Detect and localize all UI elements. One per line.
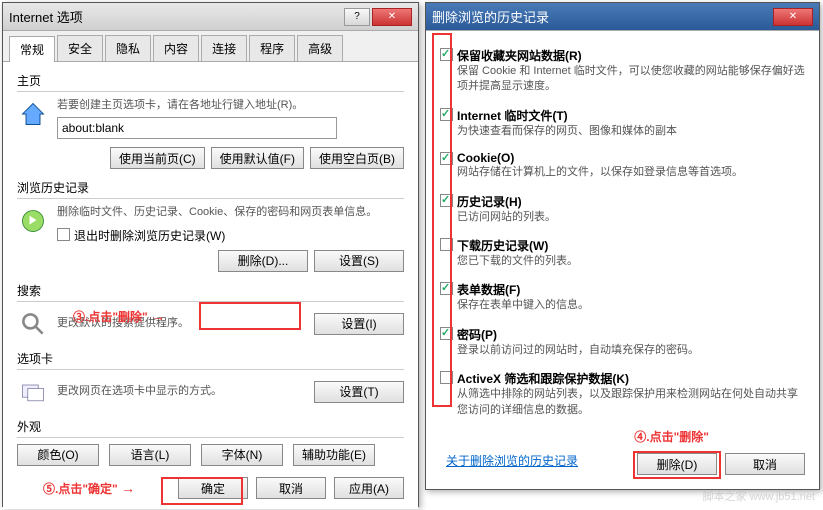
option-checkbox[interactable] [440, 327, 453, 340]
help-button[interactable]: ? [344, 8, 370, 26]
tab-general[interactable]: 常规 [9, 36, 55, 62]
delete-button[interactable]: 删除(D) [637, 453, 717, 475]
annotation-3: ③.点击"删除" → [73, 308, 165, 325]
cancel-button[interactable]: 取消 [725, 453, 805, 475]
history-group: 浏览历史记录 删除临时文件、历史记录、Cookie、保存的密码和网页表单信息。 … [17, 179, 404, 271]
option-checkbox[interactable] [440, 371, 453, 384]
accessibility-button[interactable]: 辅助功能(E) [293, 444, 375, 466]
window-controls: ? ✕ [344, 8, 412, 26]
history-option-row: Cookie(O)网站存储在计算机上的文件，以保存如登录信息等首选项。 [440, 151, 805, 180]
option-desc: 保存在表单中键入的信息。 [457, 298, 589, 313]
tabs-title: 选项卡 [17, 350, 404, 370]
about-link[interactable]: 关于删除浏览的历史记录 [446, 452, 578, 469]
dialog-body: 主页 若要创建主页选项卡，请在各地址行键入地址(R)。 使用当前页(C) 使用默… [3, 62, 418, 509]
appearance-title: 外观 [17, 418, 404, 438]
homepage-desc: 若要创建主页选项卡，请在各地址行键入地址(R)。 [57, 98, 404, 113]
apply-button[interactable]: 应用(A) [334, 477, 404, 499]
option-desc: 网站存储在计算机上的文件，以保存如登录信息等首选项。 [457, 165, 743, 180]
tab-advanced[interactable]: 高级 [297, 35, 343, 61]
history-title: 浏览历史记录 [17, 179, 404, 199]
option-checkbox[interactable] [440, 152, 453, 165]
watermark: 脚本之家 www.jb51.net [703, 488, 815, 504]
use-current-button[interactable]: 使用当前页(C) [110, 147, 205, 169]
option-checkbox[interactable] [440, 194, 453, 207]
tabs-settings-button[interactable]: 设置(T) [314, 381, 404, 403]
tab-security[interactable]: 安全 [57, 35, 103, 61]
option-checkbox[interactable] [440, 238, 453, 251]
font-button[interactable]: 字体(N) [201, 444, 283, 466]
option-label: 下载历史记录(W) [457, 237, 578, 254]
option-desc: 为快速查看而保存的网页、图像和媒体的副本 [457, 124, 677, 139]
dialog-body: 保留收藏夹网站数据(R)保留 Cookie 和 Internet 临时文件，可以… [426, 31, 819, 489]
homepage-title: 主页 [17, 72, 404, 92]
tab-privacy[interactable]: 隐私 [105, 35, 151, 61]
color-button[interactable]: 颜色(O) [17, 444, 99, 466]
use-default-button[interactable]: 使用默认值(F) [211, 147, 304, 169]
titlebar[interactable]: Internet 选项 ? ✕ [3, 3, 418, 31]
annotation-5: ⑤.点击"确定" → [43, 480, 135, 497]
close-button[interactable]: ✕ [372, 8, 412, 26]
history-settings-button[interactable]: 设置(S) [314, 250, 404, 272]
dialog-footer: 确定 取消 应用(A) [178, 477, 404, 499]
titlebar[interactable]: 删除浏览的历史记录 ✕ [426, 3, 819, 31]
window-title: 删除浏览的历史记录 [432, 7, 773, 26]
use-blank-button[interactable]: 使用空白页(B) [310, 147, 404, 169]
home-icon [17, 98, 49, 130]
option-label: 保留收藏夹网站数据(R) [457, 47, 805, 64]
option-desc: 保留 Cookie 和 Internet 临时文件，可以使您收藏的网站能够保存偏… [457, 64, 805, 95]
checkbox-list: 保留收藏夹网站数据(R)保留 Cookie 和 Internet 临时文件，可以… [440, 47, 805, 418]
delete-on-exit-checkbox[interactable] [57, 228, 70, 241]
tab-content[interactable]: 内容 [153, 35, 199, 61]
search-settings-button[interactable]: 设置(I) [314, 313, 404, 335]
close-button[interactable]: ✕ [773, 8, 813, 26]
history-option-row: 表单数据(F)保存在表单中键入的信息。 [440, 281, 805, 313]
option-label: 表单数据(F) [457, 281, 589, 298]
history-option-row: 下载历史记录(W)您已下载的文件的列表。 [440, 237, 805, 269]
option-label: Internet 临时文件(T) [457, 107, 677, 124]
tab-programs[interactable]: 程序 [249, 35, 295, 61]
option-checkbox[interactable] [440, 282, 453, 295]
tabs-icon [17, 376, 49, 408]
option-checkbox[interactable] [440, 108, 453, 121]
option-checkbox[interactable] [440, 48, 453, 61]
option-label: 历史记录(H) [457, 193, 556, 210]
option-label: 密码(P) [457, 326, 699, 343]
option-desc: 已访问网站的列表。 [457, 210, 556, 225]
history-option-row: Internet 临时文件(T)为快速查看而保存的网页、图像和媒体的副本 [440, 107, 805, 139]
delete-history-button[interactable]: 删除(D)... [218, 250, 308, 272]
delete-history-window: 删除浏览的历史记录 ✕ 保留收藏夹网站数据(R)保留 Cookie 和 Inte… [425, 2, 820, 490]
delete-on-exit-label: 退出时删除浏览历史记录(W) [74, 227, 225, 244]
option-label: Cookie(O) [457, 151, 743, 165]
tab-bar: 常规 安全 隐私 内容 连接 程序 高级 [3, 31, 418, 62]
tabs-group: 选项卡 更改网页在选项卡中显示的方式。 设置(T) [17, 350, 404, 408]
language-button[interactable]: 语言(L) [109, 444, 191, 466]
history-option-row: 密码(P)登录以前访问过的网站时，自动填充保存的密码。 [440, 326, 805, 358]
dialog-footer: 删除(D) 取消 [637, 453, 805, 475]
history-icon [17, 205, 49, 237]
history-option-row: 保留收藏夹网站数据(R)保留 Cookie 和 Internet 临时文件，可以… [440, 47, 805, 95]
tabs-desc: 更改网页在选项卡中显示的方式。 [57, 384, 222, 399]
window-controls: ✕ [773, 8, 813, 26]
search-title: 搜索 [17, 282, 404, 302]
option-desc: 从筛选中排除的网站列表，以及跟踪保护用来检测网站在何处自动共享您访问的详细信息的… [457, 387, 805, 418]
internet-options-window: Internet 选项 ? ✕ 常规 安全 隐私 内容 连接 程序 高级 主页 … [2, 2, 419, 507]
option-desc: 您已下载的文件的列表。 [457, 254, 578, 269]
option-desc: 登录以前访问过的网站时，自动填充保存的密码。 [457, 343, 699, 358]
annotation-4: ④.点击"删除" [634, 428, 709, 445]
appearance-group: 外观 颜色(O) 语言(L) 字体(N) 辅助功能(E) [17, 418, 404, 466]
history-option-row: ActiveX 筛选和跟踪保护数据(K)从筛选中排除的网站列表，以及跟踪保护用来… [440, 370, 805, 418]
option-label: ActiveX 筛选和跟踪保护数据(K) [457, 370, 805, 387]
cancel-button[interactable]: 取消 [256, 477, 326, 499]
homepage-group: 主页 若要创建主页选项卡，请在各地址行键入地址(R)。 使用当前页(C) 使用默… [17, 72, 404, 169]
homepage-url-input[interactable] [57, 117, 337, 139]
history-option-row: 历史记录(H)已访问网站的列表。 [440, 193, 805, 225]
history-desc: 删除临时文件、历史记录、Cookie、保存的密码和网页表单信息。 [57, 205, 404, 220]
ok-button[interactable]: 确定 [178, 477, 248, 499]
tab-connections[interactable]: 连接 [201, 35, 247, 61]
window-title: Internet 选项 [9, 7, 344, 26]
search-icon [17, 308, 49, 340]
